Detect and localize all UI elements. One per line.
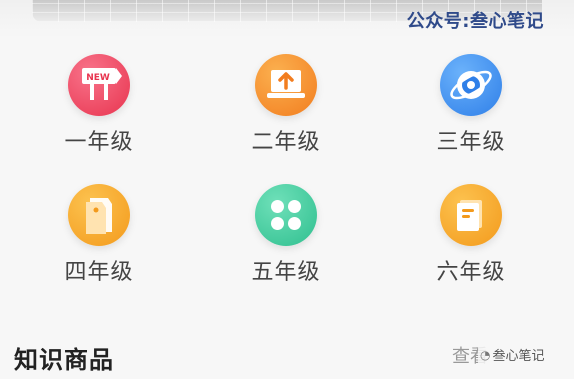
grade-1-button[interactable]: NEW 一年级 [29,54,169,156]
watermark-bottom-text: 叁心笔记 [492,349,545,364]
section-title: 知识商品 [14,346,114,374]
grade-5-label: 五年级 [251,260,321,285]
notes-icon [440,184,502,246]
top-banner[interactable]: 公众号:叁心笔记 [0,0,574,38]
wechat-icon: ◔ [480,347,491,362]
grade-6-button[interactable]: 六年级 [401,184,541,286]
grade-2-label: 二年级 [251,130,321,155]
laptop-upload-icon [255,54,317,116]
watermark-bottom: ◔ 叁心笔记 [478,345,547,364]
grade-4-label: 四年级 [64,260,134,285]
orbit-planet-icon [440,54,502,116]
grade-3-label: 三年级 [436,130,506,155]
grade-6-label: 六年级 [436,260,506,285]
new-sign-icon: NEW [68,54,130,116]
price-tag-icon [68,184,130,246]
grade-4-button[interactable]: 四年级 [29,184,169,286]
grade-5-button[interactable]: 五年级 [216,184,356,286]
grade-1-label: 一年级 [64,130,134,155]
new-badge-text: NEW [86,73,110,83]
grade-2-button[interactable]: 二年级 [216,54,356,156]
watermark-text: 公众号:叁心笔记 [406,11,544,32]
grade-3-button[interactable]: 三年级 [401,54,541,156]
clover-grid-icon [255,184,317,246]
